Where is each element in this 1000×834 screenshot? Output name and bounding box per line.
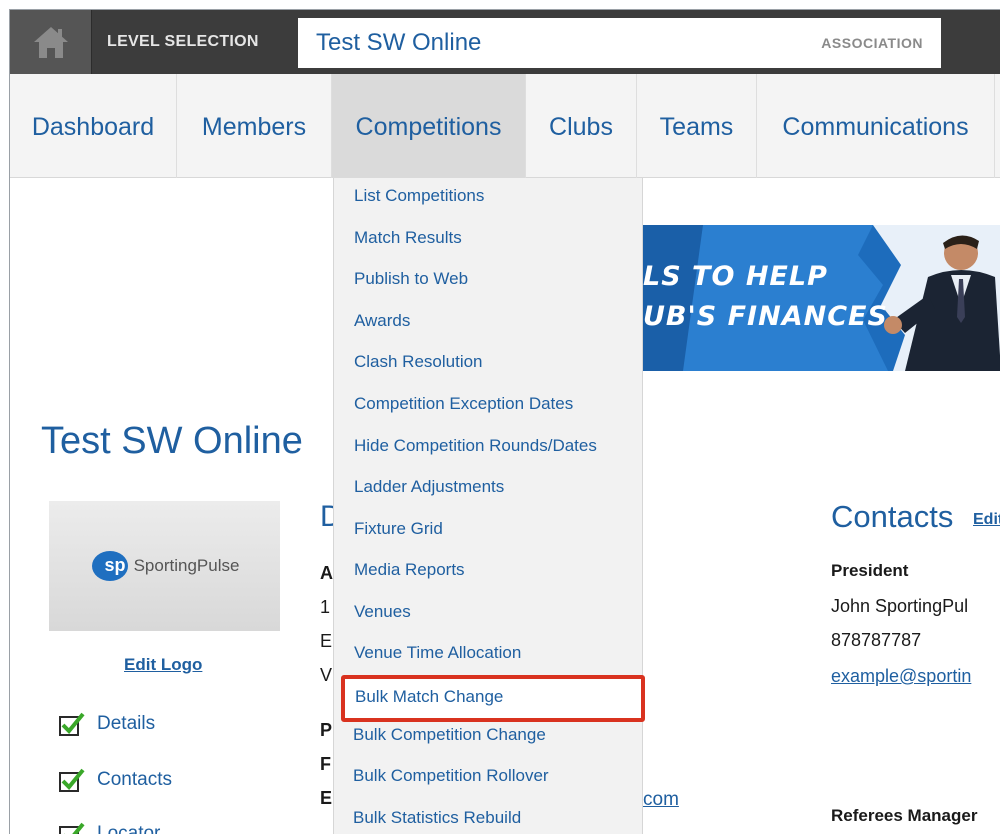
address-line: V: [320, 665, 333, 685]
nav-teams[interactable]: Teams: [637, 74, 757, 178]
checkbox-checked-icon: [59, 712, 85, 736]
banner-illustration: [643, 225, 1000, 371]
address-line: 1: [320, 597, 331, 617]
banner-line1: LS TO HELP: [643, 261, 828, 292]
phone-label: P: [320, 720, 333, 740]
checklist-label: Details: [97, 713, 156, 734]
fax-label: F: [320, 754, 331, 774]
main-nav: Dashboard Members Competitions Clubs Tea…: [10, 74, 1000, 178]
address-label: A: [320, 563, 333, 583]
menu-item-bulk-statistics-rebuild[interactable]: Bulk Statistics Rebuild: [353, 808, 521, 828]
checklist-label: Contacts: [97, 769, 172, 790]
menu-item-clash-resolution[interactable]: Clash Resolution: [354, 350, 483, 374]
address-line: E: [320, 631, 333, 651]
app-frame: LEVEL SELECTION Test SW Online ASSOCIATI…: [9, 9, 1000, 834]
logo-wordmark: SportingPulse: [133, 556, 240, 575]
menu-item-awards[interactable]: Awards: [354, 309, 410, 333]
org-logo: sp SportingPulse: [49, 501, 280, 631]
contacts-heading: Contacts: [831, 499, 954, 534]
home-button[interactable]: [10, 10, 92, 74]
checkbox-checked-icon: [59, 822, 85, 834]
level-type: ASSOCIATION: [821, 35, 923, 51]
checklist-details[interactable]: Details: [59, 712, 155, 736]
menu-item-venues[interactable]: Venues: [354, 600, 411, 624]
menu-item-hide-competition-rounds[interactable]: Hide Competition Rounds/Dates: [354, 434, 597, 458]
nav-dashboard[interactable]: Dashboard: [10, 74, 177, 178]
menu-item-fixture-grid[interactable]: Fixture Grid: [354, 517, 443, 541]
checkbox-checked-icon: [59, 768, 85, 792]
banner-line2: UB'S FINANCES: [643, 301, 888, 332]
nav-competitions[interactable]: Competitions: [332, 74, 526, 178]
bulk-match-change-highlight[interactable]: Bulk Match Change: [341, 675, 645, 722]
level-bar: LEVEL SELECTION Test SW Online ASSOCIATI…: [10, 10, 1000, 74]
email-label: E: [320, 788, 333, 808]
contact-role: Referees Manager: [831, 806, 978, 825]
menu-item-publish-to-web[interactable]: Publish to Web: [354, 267, 468, 291]
menu-item-match-results[interactable]: Match Results: [354, 226, 462, 250]
checklist-label: Locator: [97, 823, 161, 834]
page-title: Test SW Online: [41, 420, 303, 462]
checklist-contacts[interactable]: Contacts: [59, 768, 172, 792]
level-selector[interactable]: Test SW Online ASSOCIATION: [298, 18, 941, 68]
contact-phone: 878787787: [831, 630, 922, 650]
level-selection-label[interactable]: LEVEL SELECTION: [107, 10, 259, 74]
email-link[interactable]: com: [643, 789, 679, 811]
promo-banner[interactable]: LS TO HELP UB'S FINANCES: [643, 225, 1000, 371]
home-icon: [33, 27, 68, 58]
menu-item-competition-exception-dates[interactable]: Competition Exception Dates: [354, 392, 573, 416]
menu-item-bulk-match-change[interactable]: Bulk Match Change: [355, 687, 503, 707]
menu-item-venue-time-allocation[interactable]: Venue Time Allocation: [354, 641, 521, 665]
menu-item-bulk-competition-rollover[interactable]: Bulk Competition Rollover: [353, 766, 549, 786]
menu-item-bulk-competition-change[interactable]: Bulk Competition Change: [353, 725, 546, 745]
menu-item-list-competitions[interactable]: List Competitions: [354, 184, 484, 208]
contacts-edit-link[interactable]: Edit: [973, 511, 1000, 529]
nav-communications[interactable]: Communications: [757, 74, 995, 178]
contact-email-link[interactable]: example@sportin: [831, 666, 971, 687]
nav-clubs[interactable]: Clubs: [526, 74, 637, 178]
logo-mark: sp: [104, 555, 126, 575]
edit-logo-link[interactable]: Edit Logo: [124, 655, 202, 675]
level-name: Test SW Online: [316, 29, 482, 56]
menu-item-media-reports[interactable]: Media Reports: [354, 558, 465, 582]
checklist-locator[interactable]: Locator: [59, 822, 160, 834]
menu-item-ladder-adjustments[interactable]: Ladder Adjustments: [354, 475, 504, 499]
nav-members[interactable]: Members: [177, 74, 332, 178]
contact-name: John SportingPul: [831, 596, 969, 616]
contact-role: President: [831, 561, 909, 580]
